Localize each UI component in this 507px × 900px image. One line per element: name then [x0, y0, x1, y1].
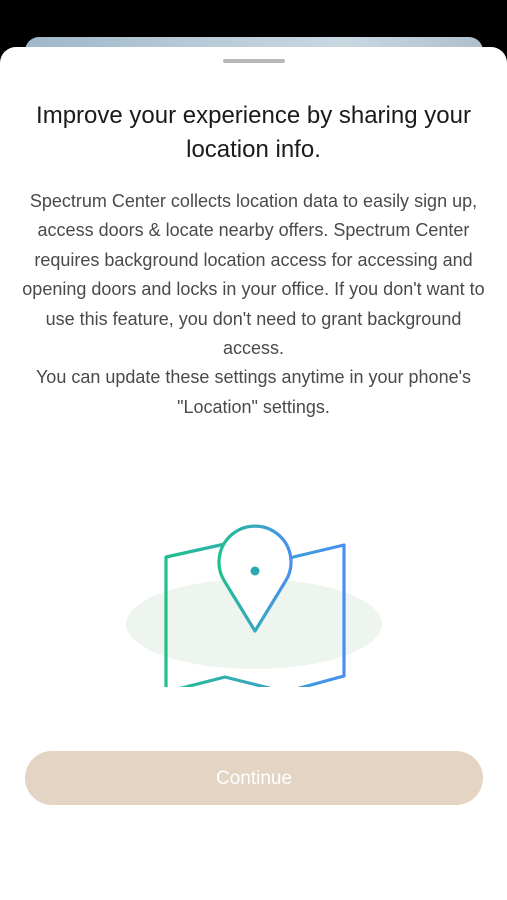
description-paragraph-2: You can update these settings anytime in… — [35, 367, 472, 417]
drag-handle[interactable] — [223, 59, 285, 63]
sheet-description: Spectrum Center collects location data t… — [22, 187, 485, 422]
map-location-pin-icon — [126, 524, 382, 687]
location-pin-dot — [250, 566, 260, 576]
description-paragraph-1: Spectrum Center collects location data t… — [22, 191, 485, 359]
sheet-title: Improve your experience by sharing your … — [36, 102, 471, 163]
continue-button[interactable]: Continue — [25, 751, 483, 805]
location-permission-sheet: Improve your experience by sharing your … — [0, 47, 507, 900]
